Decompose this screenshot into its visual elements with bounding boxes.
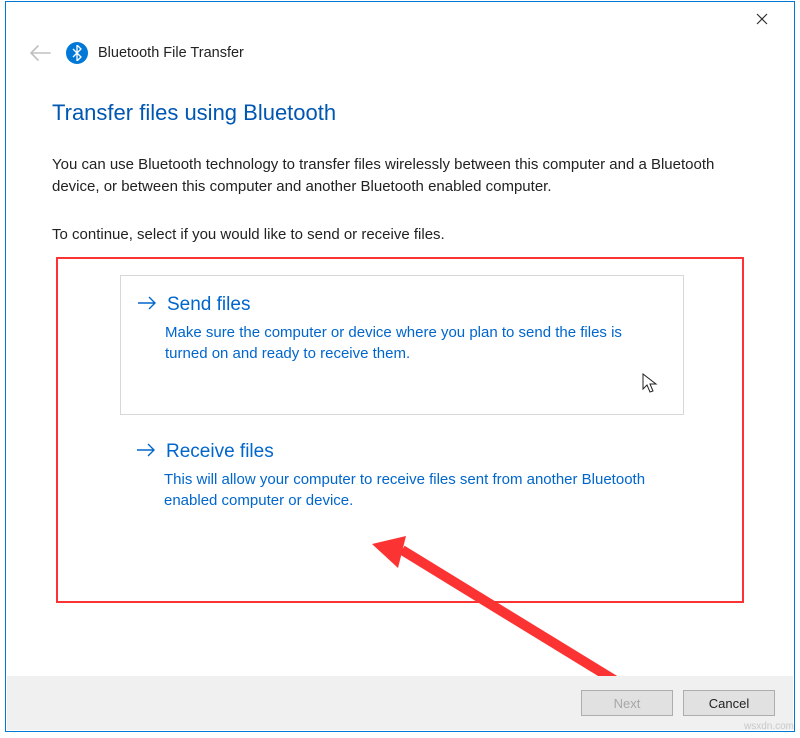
header-row: Bluetooth File Transfer	[6, 36, 794, 76]
instruction-text: To continue, select if you would like to…	[52, 226, 748, 243]
page-description: You can use Bluetooth technology to tran…	[52, 154, 748, 198]
receive-files-option[interactable]: Receive files This will allow your compu…	[120, 423, 684, 561]
options-container: Send files Make sure the computer or dev…	[52, 257, 748, 603]
send-files-description: Make sure the computer or device where y…	[137, 322, 667, 364]
receive-files-description: This will allow your computer to receive…	[136, 469, 668, 511]
page-heading: Transfer files using Bluetooth	[52, 100, 748, 126]
cancel-button[interactable]: Cancel	[683, 690, 775, 716]
back-arrow-icon	[28, 44, 52, 62]
watermark-text: wsxdn.com	[744, 721, 794, 732]
titlebar	[6, 2, 794, 36]
close-button[interactable]	[742, 5, 782, 33]
arrow-right-icon	[136, 441, 156, 462]
send-files-title: Send files	[167, 294, 250, 316]
content-area: Transfer files using Bluetooth You can u…	[6, 76, 794, 613]
bluetooth-transfer-wizard: Bluetooth File Transfer Transfer files u…	[5, 1, 795, 732]
footer-bar: Next Cancel	[7, 676, 793, 730]
bluetooth-icon	[66, 42, 88, 64]
arrow-right-icon	[137, 294, 157, 315]
next-button[interactable]: Next	[581, 690, 673, 716]
send-files-option[interactable]: Send files Make sure the computer or dev…	[120, 275, 684, 415]
wizard-title: Bluetooth File Transfer	[98, 45, 244, 61]
receive-files-title: Receive files	[166, 441, 274, 463]
